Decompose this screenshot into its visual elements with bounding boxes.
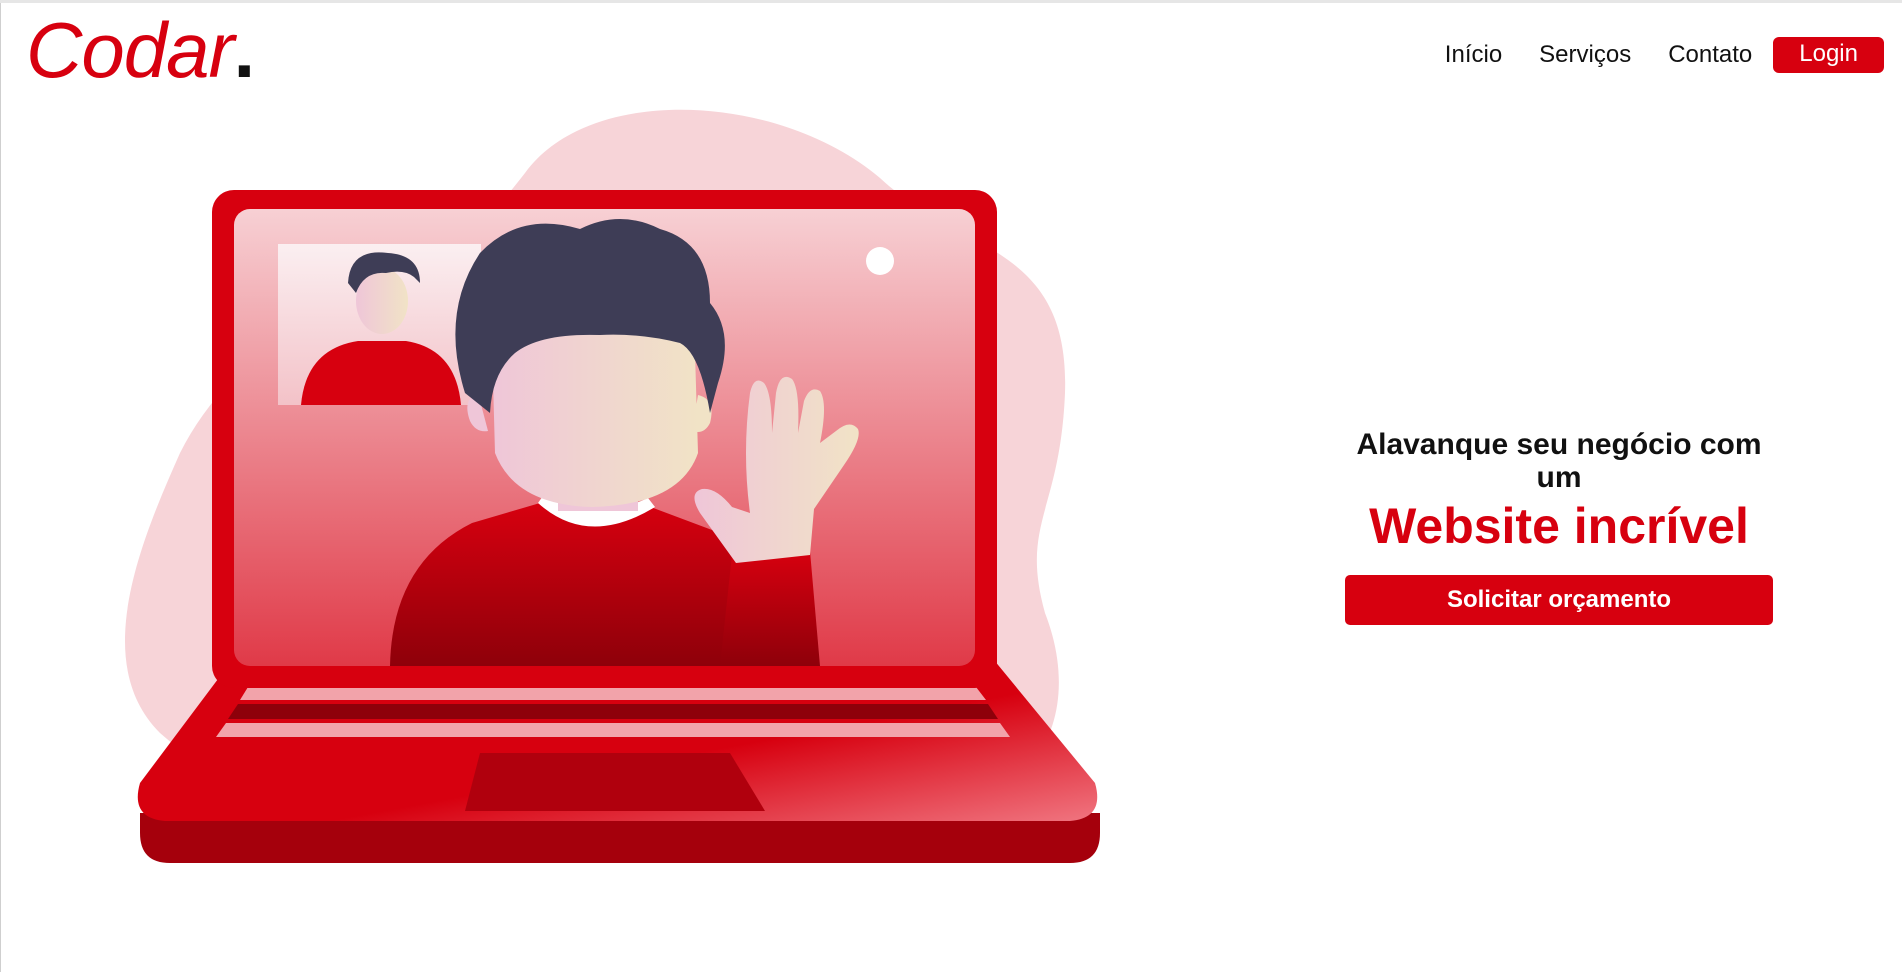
window-edge (0, 3, 1, 972)
hero-text: Alavanque seu negócio com um Website inc… (1345, 428, 1773, 553)
keyboard-row (240, 687, 986, 700)
nav-link-servicos[interactable]: Serviços (1539, 41, 1631, 69)
landing-page: Codar. Início Serviços Contato Login Ala… (0, 0, 1902, 972)
keyboard-row (228, 704, 998, 719)
logo[interactable]: Codar. (26, 11, 255, 89)
video-call-laptop-illustration (124, 109, 1100, 863)
logo-text: Codar (26, 6, 234, 94)
trackpad (465, 753, 765, 811)
hero-highlight: Website incrível (1369, 498, 1749, 554)
login-button[interactable]: Login (1773, 37, 1884, 73)
nav-link-inicio[interactable]: Início (1445, 41, 1502, 69)
main-nav: Início Serviços Contato Login (1408, 37, 1884, 73)
person-arm (720, 551, 820, 666)
keyboard-row (216, 723, 1010, 737)
webcam-dot (866, 247, 894, 275)
nav-link-contato[interactable]: Contato (1668, 41, 1752, 69)
request-quote-button[interactable]: Solicitar orçamento (1345, 575, 1773, 625)
hero-headline: Alavanque seu negócio com um (1356, 428, 1762, 494)
logo-dot: . (233, 6, 255, 94)
